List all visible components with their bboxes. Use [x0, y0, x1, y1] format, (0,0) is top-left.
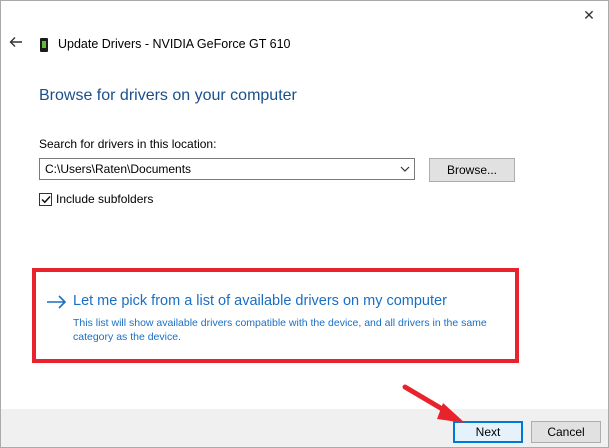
pick-from-list-link[interactable]: Let me pick from a list of available dri…	[73, 293, 447, 309]
page-heading: Browse for drivers on your computer	[39, 87, 297, 104]
driver-path-combobox[interactable]: C:\Users\Raten\Documents	[39, 158, 415, 180]
close-icon[interactable]: ✕	[578, 5, 600, 25]
browse-button[interactable]: Browse...	[429, 158, 515, 182]
checkmark-icon	[40, 195, 51, 204]
arrow-right-icon[interactable]	[46, 294, 68, 310]
update-drivers-window: ✕ Update Drivers - NVIDIA GeForce GT 610…	[0, 0, 609, 448]
window-title: Update Drivers - NVIDIA GeForce GT 610	[58, 37, 291, 51]
graphics-card-icon	[40, 38, 48, 52]
cancel-button[interactable]: Cancel	[531, 421, 601, 443]
include-subfolders-label[interactable]: Include subfolders	[56, 192, 153, 206]
chevron-down-icon[interactable]	[396, 159, 414, 179]
include-subfolders-checkbox[interactable]	[39, 193, 52, 206]
back-arrow-icon[interactable]	[9, 35, 23, 49]
search-location-label: Search for drivers in this location:	[39, 137, 217, 151]
pick-from-list-description: This list will show available drivers co…	[73, 317, 487, 343]
red-pointer-arrow-annotation	[402, 384, 465, 423]
driver-path-value[interactable]: C:\Users\Raten\Documents	[40, 162, 396, 176]
